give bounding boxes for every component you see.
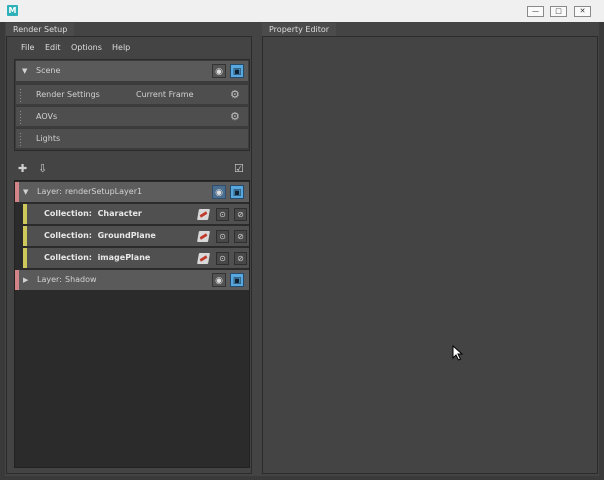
- render-visibility-icon[interactable]: ▣: [230, 273, 244, 287]
- disable-icon[interactable]: ⊘: [234, 208, 247, 221]
- collapse-arrow-icon[interactable]: ▼: [22, 61, 27, 81]
- layer-name: Shadow: [65, 275, 97, 284]
- collection-label: Collection: GroundPlane: [44, 231, 156, 240]
- menu-help[interactable]: Help: [112, 43, 130, 52]
- render-visibility-icon[interactable]: ▣: [230, 185, 244, 199]
- scene-item-render-settings[interactable]: Render Settings Current Frame ⚙: [16, 84, 248, 104]
- maximize-button[interactable]: □: [550, 6, 567, 17]
- drag-handle-icon[interactable]: [19, 132, 22, 146]
- override-icon[interactable]: [197, 231, 210, 242]
- tab-property-editor[interactable]: Property Editor: [262, 23, 337, 36]
- layer-row[interactable]: ▶ Layer: Shadow ◉ ▣: [15, 270, 249, 290]
- render-visibility-icon[interactable]: ▣: [230, 64, 244, 78]
- render-settings-label: Render Settings: [36, 90, 100, 99]
- tab-render-setup[interactable]: Render Setup: [6, 23, 75, 36]
- drag-handle-icon[interactable]: [19, 110, 22, 124]
- scene-label: Scene: [36, 66, 61, 75]
- eye-icon[interactable]: ◉: [212, 64, 226, 78]
- import-icon[interactable]: ⇩: [38, 162, 47, 175]
- isolate-icon[interactable]: ⊙: [216, 208, 229, 221]
- menu-file[interactable]: File: [21, 43, 34, 52]
- override-icon[interactable]: [197, 209, 210, 220]
- close-button[interactable]: ✕: [574, 6, 591, 17]
- collection-row[interactable]: Collection: Character ⊙ ⊘: [23, 204, 249, 224]
- menu-options[interactable]: Options: [71, 43, 102, 52]
- disable-icon[interactable]: ⊘: [234, 230, 247, 243]
- collection-row[interactable]: Collection: imagePlane ⊙ ⊘: [23, 248, 249, 268]
- collection-label: Collection: imagePlane: [44, 253, 151, 262]
- gear-icon[interactable]: ⚙: [230, 107, 240, 127]
- window-titlebar: M — □ ✕: [0, 0, 604, 22]
- drag-handle-icon[interactable]: [19, 88, 22, 102]
- scene-item-lights[interactable]: Lights: [16, 128, 248, 148]
- checklist-icon[interactable]: ☑: [234, 162, 244, 175]
- layer-prefix: Layer:: [37, 187, 62, 196]
- expand-arrow-icon[interactable]: ▼: [23, 182, 28, 202]
- aovs-label: AOVs: [36, 112, 58, 121]
- gear-icon[interactable]: ⚙: [230, 85, 240, 105]
- property-editor-panel: [262, 36, 598, 474]
- menu-edit[interactable]: Edit: [45, 43, 61, 52]
- maya-logo-icon: M: [7, 5, 18, 16]
- add-layer-icon[interactable]: ✚: [18, 162, 27, 175]
- current-frame-label: Current Frame: [136, 90, 194, 99]
- layer-row[interactable]: ▼ Layer: renderSetupLayer1 ◉ ▣: [15, 182, 249, 202]
- scene-item-aovs[interactable]: AOVs ⚙: [16, 106, 248, 126]
- collection-label: Collection: Character: [44, 209, 142, 218]
- expand-arrow-icon[interactable]: ▶: [23, 270, 28, 290]
- eye-icon[interactable]: ◉: [212, 273, 226, 287]
- isolate-icon[interactable]: ⊙: [216, 252, 229, 265]
- override-icon[interactable]: [197, 253, 210, 264]
- eye-icon[interactable]: ◉: [212, 185, 226, 199]
- disable-icon[interactable]: ⊘: [234, 252, 247, 265]
- lights-label: Lights: [36, 134, 61, 143]
- layer-prefix: Layer:: [37, 275, 62, 284]
- layer-name: renderSetupLayer1: [65, 187, 143, 196]
- collection-row[interactable]: Collection: GroundPlane ⊙ ⊘: [23, 226, 249, 246]
- scene-header[interactable]: ▼ Scene ◉ ▣: [16, 61, 248, 81]
- isolate-icon[interactable]: ⊙: [216, 230, 229, 243]
- minimize-button[interactable]: —: [527, 6, 544, 17]
